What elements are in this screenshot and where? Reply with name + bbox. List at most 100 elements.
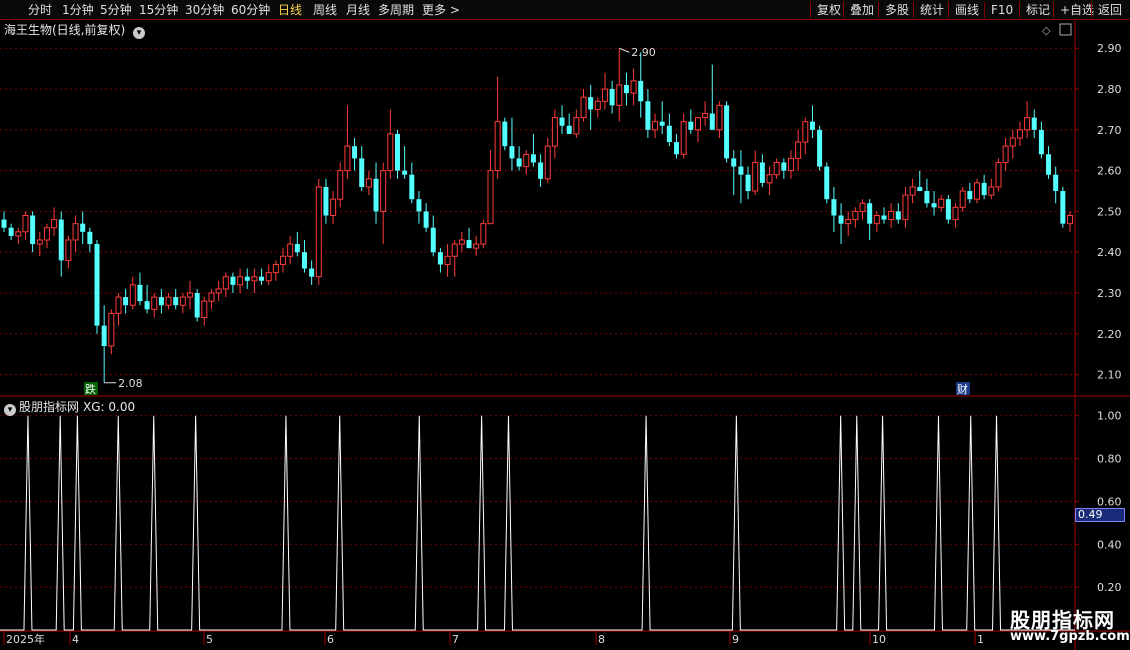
x-tick-label: 5 bbox=[206, 633, 213, 646]
candle-body bbox=[1038, 129, 1044, 155]
candle-body bbox=[222, 276, 229, 290]
candle-body bbox=[80, 223, 86, 232]
candle-body bbox=[781, 162, 787, 171]
mark-button[interactable]: 标记 bbox=[1019, 2, 1050, 18]
stock-title: 海王生物(日线,前复权) bbox=[4, 23, 126, 37]
period-tab-more[interactable]: 更多 > bbox=[422, 2, 460, 18]
candle-body bbox=[480, 223, 487, 245]
candle-body bbox=[87, 231, 93, 245]
candle-body bbox=[430, 227, 436, 253]
x-tick-label: 8 bbox=[598, 633, 605, 646]
candle-body bbox=[881, 215, 887, 220]
period-tab-1min[interactable]: 1分钟 bbox=[62, 2, 94, 18]
candle-body bbox=[230, 276, 236, 285]
candle-body bbox=[845, 219, 852, 225]
candle-body bbox=[738, 166, 744, 175]
add-watchlist-button[interactable]: +自选 bbox=[1053, 2, 1094, 18]
finance-badge-text: 财 bbox=[957, 382, 968, 396]
candle-body bbox=[1046, 154, 1052, 175]
candle-body bbox=[272, 263, 279, 274]
period-tab-60min[interactable]: 60分钟 bbox=[231, 2, 270, 18]
period-tab-15min[interactable]: 15分钟 bbox=[139, 2, 178, 18]
back-button[interactable]: 返回 bbox=[1091, 2, 1122, 18]
x-tick-label: 2025年 bbox=[6, 632, 45, 646]
candle-body bbox=[945, 199, 951, 220]
period-tab-5min[interactable]: 5分钟 bbox=[100, 2, 132, 18]
candle-body bbox=[694, 117, 701, 131]
candle-body bbox=[745, 174, 751, 192]
candle-body bbox=[573, 117, 580, 135]
candle-body bbox=[144, 301, 150, 310]
candle-body bbox=[959, 190, 966, 208]
candle-body bbox=[981, 182, 987, 196]
candle-body bbox=[394, 133, 400, 171]
candle-body bbox=[802, 121, 809, 143]
price-tick-label: 2.90 bbox=[1097, 42, 1122, 55]
candle-body bbox=[458, 239, 465, 245]
candle-body bbox=[902, 194, 909, 221]
candle-body bbox=[516, 158, 522, 167]
candle-body bbox=[15, 231, 22, 237]
candle-body bbox=[616, 84, 623, 106]
f10-button[interactable]: F10 bbox=[984, 2, 1013, 18]
candle-body bbox=[323, 186, 329, 216]
candle-body bbox=[938, 198, 945, 208]
candle-body bbox=[795, 141, 802, 159]
chevron-down-icon[interactable]: ▾ bbox=[4, 404, 16, 416]
period-tab-timeshare[interactable]: 分时 bbox=[28, 2, 52, 18]
period-tab-multi[interactable]: 多周期 bbox=[378, 2, 414, 18]
candle-body bbox=[352, 146, 358, 159]
candle-body bbox=[215, 288, 222, 294]
candle-body bbox=[509, 146, 515, 159]
candle-body bbox=[359, 158, 365, 187]
candle-body bbox=[952, 206, 959, 221]
indicator-current-value: 0.49 bbox=[1075, 508, 1125, 522]
draw-line-button[interactable]: 画线 bbox=[948, 2, 979, 18]
candle-body bbox=[917, 186, 923, 192]
period-tab-30min[interactable]: 30分钟 bbox=[185, 2, 224, 18]
restore-rights-button[interactable]: 复权 bbox=[810, 2, 841, 18]
candle-body bbox=[301, 252, 307, 269]
candle-body bbox=[787, 157, 794, 172]
period-tab-monthly[interactable]: 月线 bbox=[346, 2, 370, 18]
candle-body bbox=[187, 292, 194, 298]
candle-body bbox=[909, 186, 916, 196]
indicator-tick-label: 1.00 bbox=[1097, 410, 1122, 423]
candle-body bbox=[1, 219, 7, 228]
candle-body bbox=[773, 161, 780, 176]
x-tick-label: 1 bbox=[977, 633, 984, 646]
chevron-down-icon[interactable]: ▾ bbox=[133, 27, 146, 39]
candle-body bbox=[630, 80, 637, 94]
candle-body bbox=[702, 113, 709, 119]
low-price-label: 2.08 bbox=[118, 377, 143, 390]
candle-body bbox=[287, 243, 294, 257]
xg-line bbox=[0, 415, 1075, 631]
period-tab-daily[interactable]: 日线 bbox=[278, 2, 302, 18]
candle-body bbox=[838, 215, 844, 224]
high-marker-line bbox=[619, 47, 630, 53]
drop-badge-text: 跌 bbox=[85, 382, 96, 396]
statistics-button[interactable]: 统计 bbox=[913, 2, 944, 18]
candle-body bbox=[1067, 215, 1073, 225]
candle-body bbox=[36, 239, 43, 245]
candle-body bbox=[1009, 137, 1016, 147]
candle-body bbox=[337, 170, 344, 200]
candle-body bbox=[852, 210, 859, 221]
candle-body bbox=[365, 178, 372, 188]
xg-value: XG: 0.00 bbox=[83, 400, 136, 414]
candle-body bbox=[888, 210, 895, 221]
overlay-button[interactable]: 叠加 bbox=[843, 2, 874, 18]
multi-stock-button[interactable]: 多股 bbox=[878, 2, 909, 18]
indicator-tick-label: 0.60 bbox=[1097, 495, 1122, 508]
x-tick-label: 9 bbox=[732, 633, 739, 646]
candle-body bbox=[72, 223, 79, 241]
candle-body bbox=[538, 162, 544, 179]
candle-body bbox=[659, 121, 665, 126]
chart-canvas: 2.90 2.80 2.70 2.60 2.50 2.40 2.30 2.20 2.10 1.00… bbox=[0, 20, 1130, 650]
candle-body bbox=[402, 170, 408, 175]
period-tab-weekly[interactable]: 周线 bbox=[313, 2, 337, 18]
main-chart-title: 海王生物(日线,前复权) ▾ bbox=[4, 21, 148, 39]
candle-body bbox=[294, 244, 300, 253]
candle-body bbox=[416, 199, 422, 212]
indicator-tick-label: 0.20 bbox=[1097, 581, 1122, 594]
